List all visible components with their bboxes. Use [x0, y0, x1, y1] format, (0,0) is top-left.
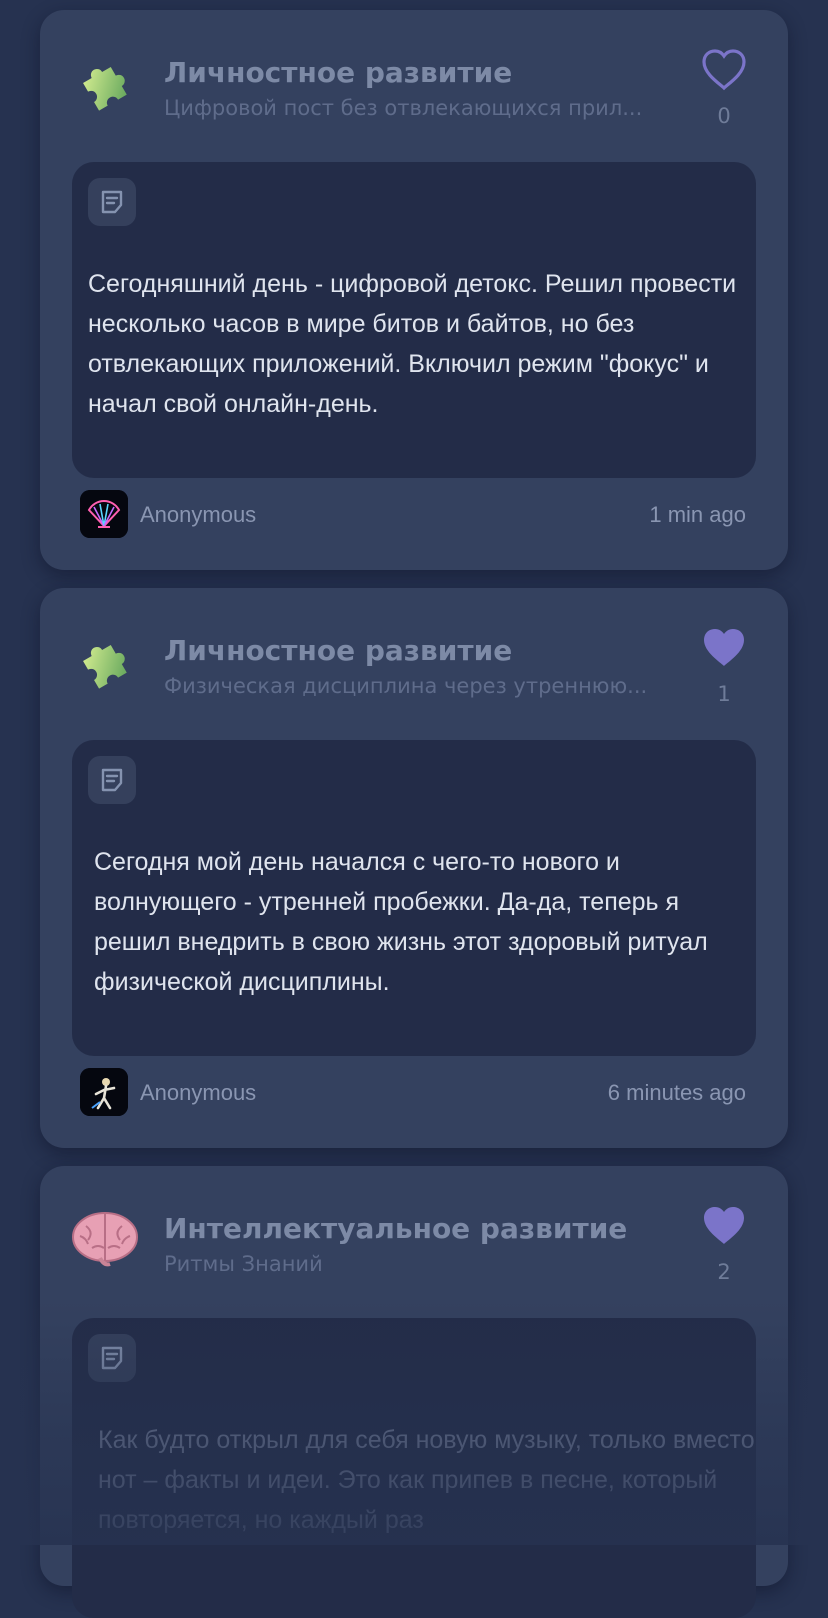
- author-row: Anonymous 6 minutes ago: [80, 1068, 746, 1116]
- like-count: 2: [717, 1260, 731, 1284]
- post-category-title: Личностное развитие: [164, 634, 513, 667]
- note-icon: [101, 1346, 123, 1370]
- like-count: 1: [717, 682, 731, 706]
- heart-filled-icon: [704, 1207, 744, 1244]
- brain-icon: [70, 1204, 140, 1274]
- figure-avatar-icon: [80, 1068, 128, 1116]
- heart-filled-icon: [704, 629, 744, 666]
- post-subtitle: Физическая дисциплина через утреннюю...: [164, 674, 648, 698]
- post-category-title: Интеллектуальное развитие: [164, 1212, 628, 1245]
- post-card[interactable]: Личностное развитие Цифровой пост без от…: [40, 10, 788, 570]
- shell-avatar-icon: [80, 490, 128, 538]
- note-button[interactable]: [88, 1334, 136, 1382]
- like-button[interactable]: [700, 48, 748, 92]
- author-row: Anonymous 1 min ago: [80, 490, 746, 538]
- post-content[interactable]: Сегодня мой день начался с чего-то новог…: [72, 740, 756, 1056]
- note-button[interactable]: [88, 756, 136, 804]
- post-content[interactable]: Как будто открыл для себя новую музыку, …: [72, 1318, 756, 1618]
- post-card[interactable]: Интеллектуальное развитие Ритмы Знаний 2…: [40, 1166, 788, 1618]
- author-name: Anonymous: [140, 1080, 257, 1105]
- puzzle-icon: [70, 626, 140, 696]
- author-name: Anonymous: [140, 502, 257, 527]
- post-text: Сегодняшний день - цифровой детокс. Реши…: [88, 270, 737, 418]
- like-button[interactable]: [700, 626, 748, 670]
- note-icon: [101, 190, 123, 214]
- post-subtitle: Ритмы Знаний: [164, 1252, 323, 1276]
- like-button[interactable]: [700, 1204, 748, 1248]
- post-text: Как будто открыл для себя новую музыку, …: [98, 1426, 755, 1534]
- heart-outline-icon: [702, 49, 746, 91]
- post-subtitle: Цифровой пост без отвлекающихся прил...: [164, 96, 643, 120]
- post-text: Сегодня мой день начался с чего-то новог…: [94, 848, 708, 996]
- post-timestamp: 1 min ago: [649, 502, 746, 527]
- post-timestamp: 6 minutes ago: [607, 1080, 746, 1105]
- note-button[interactable]: [88, 178, 136, 226]
- post-category-title: Личностное развитие: [164, 56, 513, 89]
- post-card[interactable]: Личностное развитие Физическая дисциплин…: [40, 588, 788, 1148]
- puzzle-icon: [70, 48, 140, 118]
- post-content[interactable]: Сегодняшний день - цифровой детокс. Реши…: [72, 162, 756, 478]
- note-icon: [101, 768, 123, 792]
- like-count: 0: [717, 104, 731, 128]
